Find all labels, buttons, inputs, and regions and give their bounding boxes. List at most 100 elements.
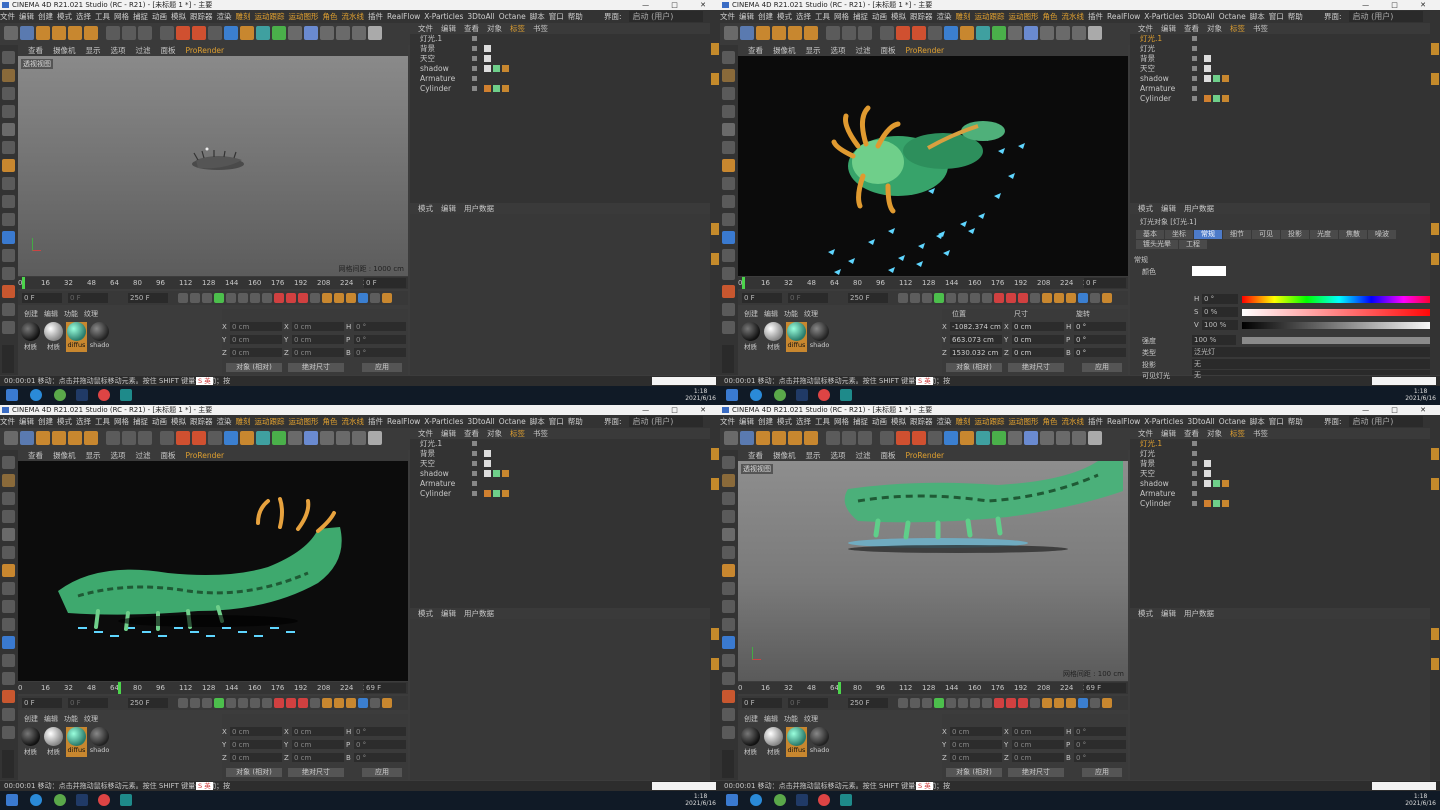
display-icon[interactable] (368, 26, 382, 40)
size-field[interactable]: 0 cm (1012, 740, 1064, 749)
tag-icon[interactable] (1222, 480, 1229, 487)
menu-item[interactable]: 编辑 (19, 415, 34, 428)
menu-item[interactable]: 文件 (0, 10, 15, 23)
object-menu-item[interactable]: 查看 (464, 23, 479, 34)
timeline-ruler[interactable]: 0163248648096112128144160176192208224240… (738, 277, 1128, 289)
viewport-menu-item[interactable]: 显示 (806, 45, 821, 56)
menu-item[interactable]: X-Particles (424, 415, 463, 428)
tag-icon[interactable] (484, 460, 491, 467)
tag-icon[interactable] (502, 490, 509, 497)
size-field[interactable]: 0 cm (292, 322, 344, 331)
menu-item[interactable]: 渲染 (937, 10, 952, 23)
material-swatch[interactable]: diffus (786, 322, 807, 352)
display-icon[interactable] (1088, 26, 1102, 40)
tag-icon[interactable] (1222, 95, 1229, 102)
go-start-icon[interactable] (898, 698, 908, 708)
hue-field[interactable]: 0 ° (1202, 294, 1238, 304)
menu-item[interactable]: 流水线 (1062, 415, 1085, 428)
ime-toolbar[interactable]: S 英 (196, 782, 213, 790)
loop-icon[interactable] (982, 698, 992, 708)
deformer-icon[interactable] (288, 431, 302, 445)
mode-tool-icon[interactable] (2, 618, 15, 631)
panel-tab[interactable] (711, 43, 719, 55)
keyframe-icon[interactable] (1018, 698, 1028, 708)
pen-icon[interactable] (240, 26, 254, 40)
menu-item[interactable]: 模拟 (891, 10, 906, 23)
mode-tool-icon[interactable] (2, 726, 15, 739)
current-frame-field[interactable]: 0 F (788, 293, 828, 303)
size-mode-dropdown[interactable]: 绝对尺寸 (288, 363, 344, 372)
mode-tool-icon[interactable] (722, 249, 735, 262)
tag-icon[interactable] (484, 65, 491, 72)
render-settings-icon[interactable] (928, 26, 942, 40)
mode-tool-icon[interactable] (722, 105, 735, 118)
cube-icon[interactable] (224, 431, 238, 445)
interface-value[interactable]: 启动 (用户) (628, 11, 703, 22)
menu-item[interactable]: 渲染 (937, 415, 952, 428)
window-controls[interactable]: — □ ✕ (1362, 405, 1436, 415)
cube-icon[interactable] (944, 26, 958, 40)
tag-icon[interactable] (1204, 95, 1211, 102)
object-menu-item[interactable]: 标签 (510, 428, 525, 439)
viewport-menu-item[interactable]: 过滤 (136, 450, 151, 461)
object-menu-item[interactable]: 书签 (533, 428, 548, 439)
coord-icon[interactable] (160, 26, 174, 40)
autokey-icon[interactable] (1006, 698, 1016, 708)
mode-tool-icon[interactable] (2, 492, 15, 505)
menu-item[interactable]: 文件 (0, 415, 15, 428)
menu-item[interactable]: 运动图形 (1009, 10, 1039, 23)
tag-icon[interactable] (484, 55, 491, 62)
current-frame-field[interactable]: 0 F (68, 293, 108, 303)
mode-tool-icon[interactable] (722, 582, 735, 595)
go-end-icon[interactable] (970, 293, 980, 303)
material-menu-item[interactable]: 纹理 (84, 309, 98, 319)
menu-item[interactable]: 窗口 (549, 415, 564, 428)
cloner-icon[interactable] (272, 431, 286, 445)
menu-item[interactable]: 跟踪器 (190, 10, 213, 23)
mode-tool-icon[interactable] (722, 51, 735, 64)
hue-slider[interactable] (1242, 296, 1436, 303)
menu-item[interactable]: RealFlow (387, 415, 420, 428)
panel-tab[interactable] (1431, 448, 1439, 460)
tag-icon[interactable] (1204, 480, 1211, 487)
intensity-field[interactable]: 100 % (1192, 335, 1236, 345)
material-swatch[interactable]: 材质 (20, 322, 41, 352)
deformer-icon[interactable] (1008, 431, 1022, 445)
perspective-viewport[interactable]: 网格间距 : 1000 cm 透视视图 (18, 56, 408, 276)
menu-item[interactable]: 窗口 (1269, 415, 1284, 428)
tag-icon[interactable] (484, 450, 491, 457)
viewport-menu-item[interactable]: 选项 (831, 45, 846, 56)
param-key-icon[interactable] (1078, 293, 1088, 303)
rotation-field[interactable]: 0 ° (354, 740, 406, 749)
keyframe-icon[interactable] (298, 293, 308, 303)
mode-tool-icon[interactable] (722, 600, 735, 613)
end-frame-field[interactable]: 250 F (848, 698, 888, 708)
move-icon[interactable] (36, 431, 50, 445)
rotation-field[interactable]: 0 ° (1074, 348, 1126, 357)
app-icon-green[interactable] (54, 389, 66, 401)
perspective-viewport[interactable]: 网格间距 : 100 cm 透视视图 (738, 461, 1128, 681)
menu-item[interactable]: 选择 (76, 415, 91, 428)
menu-item[interactable]: 动画 (872, 10, 887, 23)
pla-key-icon[interactable] (370, 698, 380, 708)
material-swatch[interactable]: 材质 (43, 322, 64, 352)
language-indicator[interactable] (652, 377, 716, 385)
move-icon[interactable] (756, 26, 770, 40)
object-menu-item[interactable]: 文件 (1138, 428, 1153, 439)
menu-item[interactable]: 运动跟踪 (255, 10, 285, 23)
object-menu-item[interactable]: 标签 (1230, 23, 1245, 34)
menu-item[interactable]: 创建 (758, 10, 773, 23)
panel-tab[interactable] (1431, 253, 1439, 265)
panel-tab[interactable] (1431, 628, 1439, 640)
menu-item[interactable]: 工具 (95, 10, 110, 23)
position-field[interactable]: 1530.032 cm (950, 348, 1002, 357)
visibility-dot[interactable] (472, 66, 477, 71)
visibility-dot[interactable] (472, 471, 477, 476)
mode-tool-icon[interactable] (2, 321, 15, 334)
next-key-icon[interactable] (958, 293, 968, 303)
size-field[interactable]: 0 cm (292, 348, 344, 357)
next-key-icon[interactable] (238, 293, 248, 303)
keyframe-icon[interactable] (1018, 293, 1028, 303)
undo-icon[interactable] (724, 431, 738, 445)
menu-item[interactable]: Octane (1219, 10, 1246, 23)
